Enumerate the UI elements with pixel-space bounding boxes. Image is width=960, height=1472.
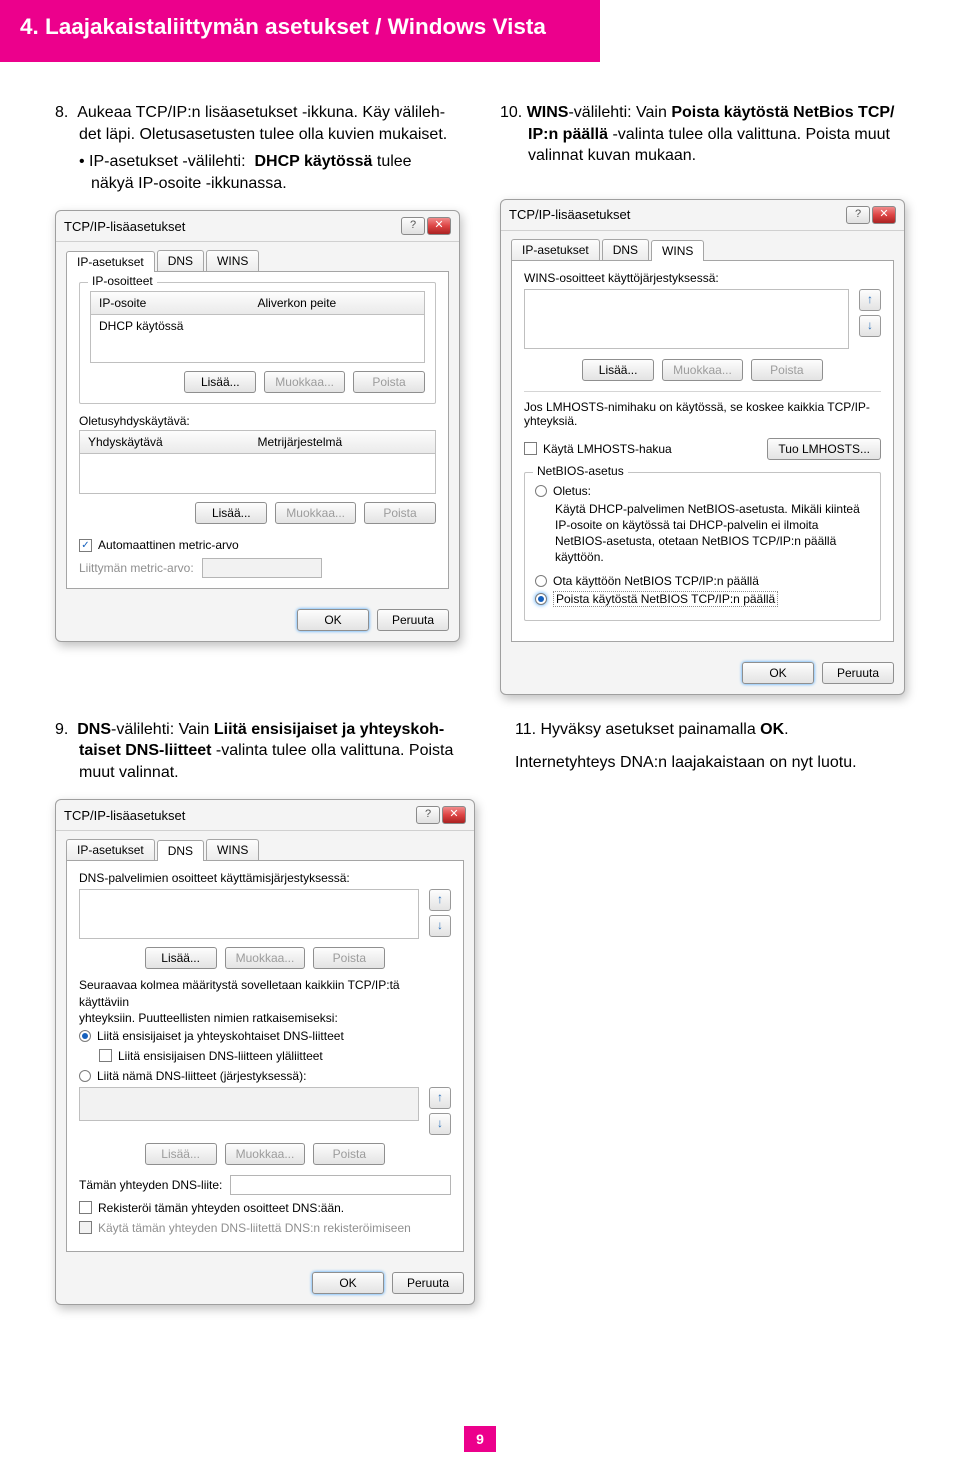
group-ip-addresses: IP-osoitteet IP-osoite Aliverkon peite D… [79, 282, 436, 404]
dns-suffix-input[interactable] [230, 1175, 451, 1195]
gw-list[interactable] [79, 454, 436, 494]
move-down-icon[interactable]: ↓ [429, 915, 451, 937]
dns-order-label: DNS-palvelimien osoitteet käyttämisjärje… [79, 871, 451, 885]
step10-text: 10. WINS-välilehti: Vain Poista käytöstä… [500, 102, 905, 167]
help-icon[interactable]: ? [416, 806, 440, 824]
auto-metric-check[interactable]: ✓Automaattinen metric-arvo [79, 538, 436, 552]
add-button[interactable]: Lisää... [145, 947, 217, 969]
import-lmhosts-button[interactable]: Tuo LMHOSTS... [767, 438, 881, 460]
group-netbios: NetBIOS-asetus Oletus: Käytä DHCP-palvel… [524, 472, 881, 621]
wins-list[interactable] [524, 289, 849, 349]
close-icon[interactable]: ✕ [442, 806, 466, 824]
edit-button[interactable]: Muokkaa... [275, 502, 356, 524]
lmhosts-note: Jos LMHOSTS-nimihaku on käytössä, se kos… [524, 391, 881, 428]
tab-dns[interactable]: DNS [157, 840, 204, 861]
register-dns-check[interactable]: Rekisteröi tämän yhteyden osoitteet DNS:… [79, 1201, 451, 1215]
gw-label: Oletusyhdyskäytävä: [79, 414, 436, 428]
tab-bar: IP-asetukset DNS WINS [501, 231, 904, 260]
wins-order-label: WINS-osoitteet käyttöjärjestyksessä: [524, 271, 881, 285]
delete-button[interactable]: Poista [364, 502, 436, 524]
dialog-title: TCP/IP-lisäasetukset [509, 207, 630, 222]
use-suffix-check: Käytä tämän yhteyden DNS-liitettä DNS:n … [79, 1221, 451, 1235]
netbios-enable[interactable]: Ota käyttöön NetBIOS TCP/IP:n päällä [535, 574, 870, 588]
page-title: 4. Laajakaistaliittymän asetukset / Wind… [20, 14, 546, 39]
tab-bar: IP-asetukset DNS WINS [56, 242, 459, 271]
step9-text: 9. DNS-välilehti: Vain Liitä ensisijaise… [55, 719, 475, 784]
tab-dns[interactable]: DNS [602, 239, 649, 260]
tab-wins[interactable]: WINS [206, 250, 259, 271]
titlebar: TCP/IP-lisäasetukset ? ✕ [56, 211, 459, 242]
dns-parent-check[interactable]: Liitä ensisijaisen DNS-liitteen yläliitt… [79, 1049, 451, 1063]
ok-button[interactable]: OK [297, 609, 369, 631]
edit-button[interactable]: Muokkaa... [264, 371, 345, 393]
dialog-ip-settings: TCP/IP-lisäasetukset ? ✕ IP-asetukset DN… [55, 210, 460, 642]
edit-button[interactable]: Muokkaa... [225, 947, 306, 969]
dns-suffix-list [79, 1087, 419, 1121]
delete-button[interactable]: Poista [751, 359, 823, 381]
move-up-icon[interactable]: ↑ [859, 289, 881, 311]
tab-bar: IP-asetukset DNS WINS [56, 831, 474, 860]
delete-button[interactable]: Poista [353, 371, 425, 393]
page-content: 8. Aukeaa TCP/IP:n lisäasetukset -ikkuna… [0, 62, 960, 1305]
tab-dns[interactable]: DNS [157, 250, 204, 271]
move-down-icon[interactable]: ↓ [859, 315, 881, 337]
titlebar: TCP/IP-lisäasetukset ? ✕ [56, 800, 474, 831]
dialog-wins: TCP/IP-lisäasetukset ? ✕ IP-asetukset DN… [500, 199, 905, 695]
move-down-icon[interactable]: ↓ [429, 1113, 451, 1135]
close-icon[interactable]: ✕ [427, 217, 451, 235]
step11-text: 11. Hyväksy asetukset painamalla OK. [515, 719, 905, 741]
dns-server-list[interactable] [79, 889, 419, 939]
ok-button[interactable]: OK [312, 1272, 384, 1294]
help-icon[interactable]: ? [846, 206, 870, 224]
add-button[interactable]: Lisää... [582, 359, 654, 381]
edit-button[interactable]: Muokkaa... [225, 1143, 306, 1165]
tab-ip[interactable]: IP-asetukset [66, 251, 155, 272]
delete-button[interactable]: Poista [313, 1143, 385, 1165]
move-up-icon[interactable]: ↑ [429, 1087, 451, 1109]
dialog-title: TCP/IP-lisäasetukset [64, 808, 185, 823]
gw-list-header: Yhdyskäytävä Metrijärjestelmä [79, 430, 436, 454]
metric-input [202, 558, 322, 578]
step8-bullet: • IP-asetukset -välilehti: DHCP käytössä… [55, 151, 460, 194]
tab-ip[interactable]: IP-asetukset [511, 239, 600, 260]
titlebar: TCP/IP-lisäasetukset ? ✕ [501, 200, 904, 231]
step8-text: 8. Aukeaa TCP/IP:n lisäasetukset -ikkuna… [55, 102, 460, 145]
tab-wins[interactable]: WINS [206, 839, 259, 860]
dns-opt-these[interactable]: Liitä nämä DNS-liitteet (järjestyksessä)… [79, 1069, 451, 1083]
dialog-dns: TCP/IP-lisäasetukset ? ✕ IP-asetukset DN… [55, 799, 475, 1305]
add-button[interactable]: Lisää... [195, 502, 267, 524]
step11-note: Internetyhteys DNA:n laajakaistaan on ny… [515, 752, 905, 774]
tab-ip[interactable]: IP-asetukset [66, 839, 155, 860]
netbios-default[interactable]: Oletus: [535, 484, 870, 498]
dns-note: Seuraavaa kolmea määritystä sovelletaan … [79, 978, 400, 1008]
move-up-icon[interactable]: ↑ [429, 889, 451, 911]
netbios-disable[interactable]: Poista käytöstä NetBIOS TCP/IP:n päällä [535, 591, 870, 607]
dns-opt-primary[interactable]: Liitä ensisijaiset ja yhteyskohtaiset DN… [79, 1029, 451, 1043]
ok-button[interactable]: OK [742, 662, 814, 684]
help-icon[interactable]: ? [401, 217, 425, 235]
ip-list-header: IP-osoite Aliverkon peite [90, 291, 425, 315]
tab-wins[interactable]: WINS [651, 240, 704, 261]
close-icon[interactable]: ✕ [872, 206, 896, 224]
lmhosts-check[interactable]: Käytä LMHOSTS-hakua [524, 442, 672, 456]
cancel-button[interactable]: Peruuta [392, 1272, 464, 1294]
cancel-button[interactable]: Peruuta [377, 609, 449, 631]
ip-list[interactable]: DHCP käytössä [90, 315, 425, 363]
cancel-button[interactable]: Peruuta [822, 662, 894, 684]
dialog-title: TCP/IP-lisäasetukset [64, 219, 185, 234]
delete-button[interactable]: Poista [313, 947, 385, 969]
page-number: 9 [464, 1426, 496, 1452]
metric-label: Liittymän metric-arvo: [79, 561, 194, 575]
add-button[interactable]: Lisää... [184, 371, 256, 393]
dns-suffix-label: Tämän yhteyden DNS-liite: [79, 1178, 222, 1192]
edit-button[interactable]: Muokkaa... [662, 359, 743, 381]
add-button[interactable]: Lisää... [145, 1143, 217, 1165]
page-header: 4. Laajakaistaliittymän asetukset / Wind… [0, 0, 600, 62]
